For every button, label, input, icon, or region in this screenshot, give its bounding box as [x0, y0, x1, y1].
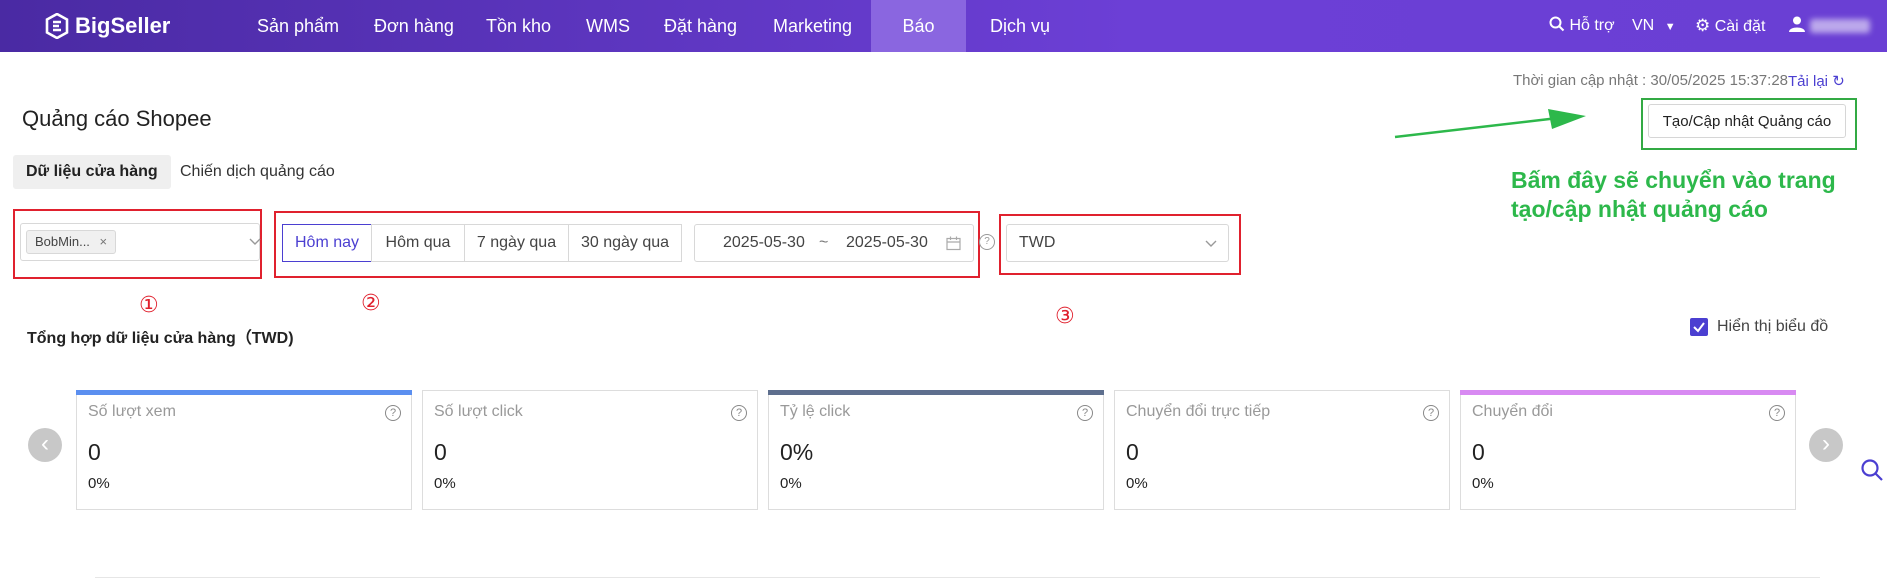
tab-store-data[interactable]: Dữ liệu cửa hàng — [13, 155, 171, 189]
metric-card-ctr: Tỷ lệ click ? 0% 0% — [768, 390, 1104, 510]
next-arrow-button[interactable]: › — [1809, 428, 1843, 462]
reload-link[interactable]: Tải lại ↻ — [1788, 72, 1845, 90]
card-value: 0 — [1126, 439, 1139, 465]
currency-value: TWD — [1019, 234, 1056, 251]
language-select[interactable]: VN ▼ — [1632, 0, 1676, 52]
chevron-right-icon: › — [1822, 430, 1830, 457]
card-accent-bar — [76, 390, 412, 395]
update-time: Thời gian cập nhật : 30/05/2025 15:37:28 — [1512, 72, 1788, 89]
annotation-line-1: Bấm đây sẽ chuyển vào trang — [1511, 167, 1836, 193]
prev-arrow-button[interactable]: ‹ — [28, 428, 62, 462]
settings-label: Cài đặt — [1714, 18, 1766, 35]
card-label: Số lượt click — [434, 403, 523, 420]
calendar-icon — [946, 236, 961, 251]
refresh-icon: ↻ — [1832, 73, 1845, 90]
range-7days-button[interactable]: 7 ngày qua — [464, 224, 569, 262]
reload-label: Tải lại — [1788, 73, 1829, 90]
help-icon[interactable]: ? — [1423, 405, 1439, 421]
language-label: VN — [1632, 17, 1655, 34]
annotation-text: Bấm đây sẽ chuyển vào trang tạo/cập nhật… — [1511, 166, 1836, 224]
page-title: Quảng cáo Shopee — [22, 106, 212, 131]
support-label: Hỗ trợ — [1569, 17, 1615, 34]
card-label: Chuyển đổi trực tiếp — [1126, 403, 1271, 420]
store-tag[interactable]: BobMin... × — [26, 230, 117, 254]
summary-title: Tổng hợp dữ liệu cửa hàng（TWD) — [27, 330, 294, 347]
card-percent: 0% — [88, 475, 110, 492]
nav-item-ton-kho[interactable]: Tồn kho — [468, 0, 569, 52]
check-icon — [1693, 322, 1705, 333]
range-today-button[interactable]: Hôm nay — [282, 224, 372, 262]
section-divider — [95, 577, 1820, 578]
card-label: Chuyển đổi — [1472, 403, 1553, 420]
create-update-ads-button[interactable]: Tạo/Cập nhật Quảng cáo — [1648, 104, 1846, 138]
metric-card-direct-conversion: Chuyển đổi trực tiếp ? 0 0% — [1114, 390, 1450, 510]
chevron-left-icon: ‹ — [41, 430, 49, 457]
user-name-blurred — [1810, 18, 1871, 33]
annotation-line-2: tạo/cập nhật quảng cáo — [1511, 196, 1768, 222]
metric-card-views: Số lượt xem ? 0 0% — [76, 390, 412, 510]
gear-icon: ⚙ — [1695, 16, 1711, 35]
show-chart-checkbox[interactable] — [1690, 318, 1708, 336]
annotation-arrow-icon — [1394, 109, 1586, 139]
store-select[interactable]: BobMin... × — [20, 223, 261, 261]
card-value: 0 — [434, 439, 447, 465]
bigseller-logo[interactable]: BigSeller — [45, 10, 170, 42]
floating-search-icon[interactable] — [1860, 458, 1884, 482]
metric-card-conversion: Chuyển đổi ? 0 0% — [1460, 390, 1796, 510]
nav-item-dat-hang[interactable]: Đặt hàng — [646, 0, 755, 52]
card-value: 0 — [88, 439, 101, 465]
chevron-down-icon — [249, 238, 261, 245]
help-icon[interactable]: ? — [1769, 405, 1785, 421]
search-icon — [1549, 16, 1565, 32]
date-start[interactable]: 2025-05-30 — [723, 234, 805, 252]
card-percent: 0% — [434, 475, 456, 492]
support-link[interactable]: Hỗ trợ — [1549, 0, 1615, 52]
marker-3: ③ — [1055, 303, 1075, 328]
nav-item-marketing[interactable]: Marketing — [755, 0, 870, 52]
show-chart-label: Hiển thị biểu đồ — [1717, 318, 1829, 335]
date-separator: ~ — [819, 234, 829, 251]
nav-item-don-hang[interactable]: Đơn hàng — [356, 0, 472, 52]
date-range-picker[interactable]: 2025-05-30 ~ 2025-05-30 — [694, 224, 974, 262]
caret-down-icon: ▼ — [1664, 21, 1676, 33]
card-label: Tỷ lệ click — [780, 403, 851, 420]
range-30days-button[interactable]: 30 ngày qua — [568, 224, 682, 262]
tab-ad-campaigns[interactable]: Chiến dịch quảng cáo — [167, 155, 348, 189]
card-label: Số lượt xem — [88, 403, 176, 420]
nav-item-dich-vu[interactable]: Dịch vụ — [972, 0, 1068, 52]
store-tag-label: BobMin... — [35, 234, 90, 249]
nav-item-wms[interactable]: WMS — [568, 0, 648, 52]
help-icon[interactable]: ? — [731, 405, 747, 421]
marker-2: ② — [361, 290, 381, 315]
help-icon[interactable]: ? — [385, 405, 401, 421]
chevron-down-icon — [1205, 240, 1217, 247]
bigseller-logo-icon — [45, 13, 69, 39]
range-yesterday-button[interactable]: Hôm qua — [371, 224, 465, 262]
card-accent-bar — [768, 390, 1104, 395]
card-percent: 0% — [780, 475, 802, 492]
settings-link[interactable]: ⚙ Cài đặt — [1695, 0, 1765, 52]
date-end[interactable]: 2025-05-30 — [846, 234, 928, 252]
card-percent: 0% — [1472, 475, 1494, 492]
help-icon[interactable]: ? — [979, 234, 995, 250]
card-percent: 0% — [1126, 475, 1148, 492]
user-menu[interactable] — [1788, 0, 1871, 52]
nav-item-bao-cao[interactable]: Báo cáo — [871, 0, 966, 88]
card-value: 0 — [1472, 439, 1485, 465]
help-icon[interactable]: ? — [1077, 405, 1093, 421]
card-accent-bar — [1460, 390, 1796, 395]
metric-card-clicks: Số lượt click ? 0 0% — [422, 390, 758, 510]
currency-select[interactable]: TWD — [1006, 224, 1229, 262]
close-icon[interactable]: × — [100, 234, 108, 249]
nav-item-san-pham[interactable]: Sản phẩm — [239, 0, 357, 52]
logo-text: BigSeller — [75, 13, 171, 38]
marker-1: ① — [139, 292, 159, 317]
card-value: 0% — [780, 439, 814, 465]
user-icon — [1789, 16, 1805, 32]
